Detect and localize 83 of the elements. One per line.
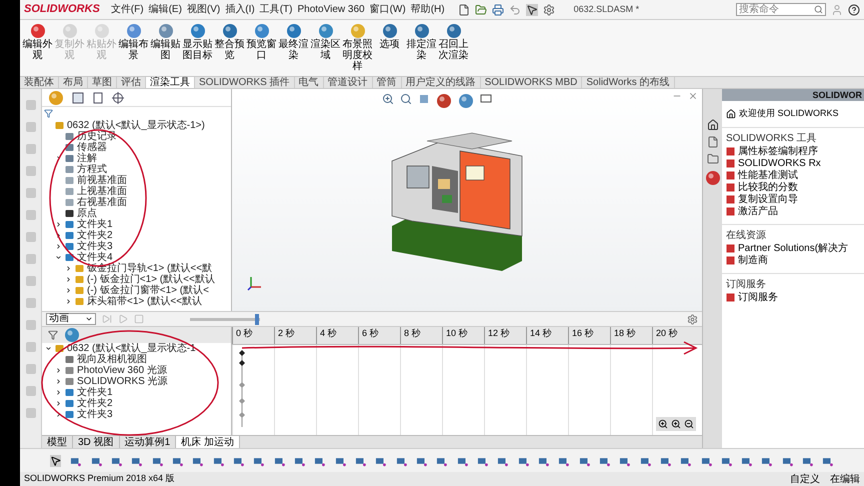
tree-item[interactable]: 文件夹1 — [77, 219, 113, 230]
menu-item[interactable]: 窗口(W) — [370, 2, 406, 17]
menu-item[interactable]: 编辑(E) — [148, 2, 182, 17]
task-link[interactable]: 属性标签编制程序 — [738, 146, 818, 157]
task-link[interactable]: 比较我的分数 — [738, 182, 798, 193]
tree-item[interactable]: 右视基准面 — [77, 197, 127, 208]
status-item: 自定义 — [790, 472, 820, 486]
menu-item[interactable]: 插入(I) — [225, 2, 255, 17]
status-item: 在编辑 — [830, 472, 860, 486]
ribbon-tab[interactable]: 布局 — [59, 77, 88, 88]
ribbon-button[interactable]: 编辑贴图 — [150, 23, 181, 61]
ribbon-button[interactable]: 选项 — [374, 23, 405, 50]
task-pane-header: SOLIDWOR — [722, 89, 864, 101]
tree-item[interactable]: 床头箱带<1> (默认<<默认 — [87, 296, 202, 307]
tree-item[interactable]: 文件夹1 — [77, 387, 113, 398]
ribbon-tab[interactable]: SOLIDWORKS MBD — [480, 77, 582, 88]
ribbon-tab[interactable]: SolidWorks 的布线 — [582, 77, 675, 88]
search-field[interactable]: 搜索命令 — [736, 3, 826, 16]
menu-item[interactable]: 文件(F) — [110, 2, 144, 17]
app-logo: SOLIDWORKS — [24, 3, 100, 16]
menu-item[interactable]: 视图(V) — [186, 2, 220, 17]
task-link[interactable]: Partner Solutions(解决方 — [738, 243, 848, 254]
time-tick-label: 4 秒 — [316, 327, 358, 344]
time-tick-label: 18 秒 — [610, 327, 652, 344]
time-tick-label: 12 秒 — [484, 327, 526, 344]
ribbon-button[interactable]: 编辑外观 — [22, 23, 53, 61]
tree-item[interactable]: 方程式 — [77, 164, 107, 175]
menu-item[interactable]: 帮助(H) — [410, 2, 445, 17]
tree-item[interactable]: 文件夹3 — [77, 409, 113, 420]
task-link[interactable]: SOLIDWORKS Rx — [738, 158, 821, 169]
time-tick-label: 8 秒 — [400, 327, 442, 344]
tree-item[interactable]: SOLIDWORKS 光源 — [77, 376, 168, 387]
document-title: 0632.SLDASM * — [574, 2, 640, 16]
section-title: SOLIDWORKS 工具 — [726, 132, 818, 146]
ribbon-tab[interactable]: 电气 — [294, 77, 324, 88]
ribbon-tab[interactable]: 装配体 — [20, 77, 59, 88]
tree-item[interactable]: 视向及相机视图 — [77, 354, 147, 365]
time-tick-label: 14 秒 — [526, 327, 568, 344]
status-text: SOLIDWORKS Premium 2018 x64 版 — [24, 472, 175, 486]
time-tick-label: 10 秒 — [442, 327, 484, 344]
ribbon-tab[interactable]: 管筒 — [372, 77, 402, 88]
tree-item[interactable]: 文件夹2 — [77, 230, 113, 241]
task-link[interactable]: 制造商 — [738, 255, 768, 266]
section-title: 在线资源 — [726, 228, 767, 242]
study-type-dropdown[interactable]: 动画 — [46, 313, 96, 325]
ribbon-tab[interactable]: 草图 — [88, 77, 117, 88]
time-tick-label: 2 秒 — [274, 327, 316, 344]
time-tick-label: 16 秒 — [568, 327, 610, 344]
ribbon-button[interactable]: 布景照明度校样 — [342, 23, 373, 72]
tree-item[interactable]: 上视基准面 — [77, 186, 127, 197]
document-tab[interactable]: 机床 加运动 — [176, 436, 240, 448]
ribbon-tab[interactable]: SOLIDWORKS 插件 — [195, 77, 295, 88]
section-title: 订阅服务 — [726, 278, 767, 292]
tree-item[interactable]: 文件夹3 — [77, 241, 113, 252]
task-link[interactable]: 复制设置向导 — [738, 194, 798, 205]
tree-item[interactable]: (-) 钣金拉门<1> (默认<<默认 — [87, 274, 215, 285]
tree-item[interactable]: 前视基准面 — [77, 175, 127, 186]
time-tick-label: 0 秒 — [232, 327, 274, 344]
ribbon-button[interactable]: 预览窗口 — [246, 23, 277, 61]
tree-item[interactable]: 注解 — [77, 153, 97, 164]
time-tick-label: 6 秒 — [358, 327, 400, 344]
welcome-link[interactable]: 欢迎使用 SOLIDWORKS — [739, 107, 839, 120]
ribbon-button[interactable]: 显示贴图目标 — [182, 23, 213, 61]
ribbon-button[interactable]: 渲染区域 — [310, 23, 341, 61]
time-tick-label: 20 秒 — [652, 327, 694, 344]
ribbon-button[interactable]: 最终渲染 — [278, 23, 309, 61]
task-link[interactable]: 性能基准测试 — [738, 170, 798, 181]
menu-item[interactable]: PhotoView 360 — [297, 2, 365, 17]
tree-item[interactable]: (-) 钣金拉门窗带<1> (默认< — [87, 285, 209, 296]
tree-item[interactable]: 原点 — [77, 208, 97, 219]
ribbon-tab[interactable]: 渲染工具 — [146, 77, 195, 88]
ribbon-button[interactable]: 召回上次渲染 — [438, 23, 469, 61]
tree-item[interactable]: 传感器 — [77, 142, 107, 153]
task-link[interactable]: 订阅服务 — [738, 292, 778, 303]
ribbon-tab[interactable]: 管道设计 — [324, 77, 373, 88]
tree-item[interactable]: 文件夹2 — [77, 398, 113, 409]
menu-item[interactable]: 工具(T) — [260, 2, 292, 17]
ribbon-button[interactable]: 整合预览 — [214, 23, 245, 61]
ribbon-button[interactable]: 排定渲染 — [406, 23, 437, 61]
ribbon-button[interactable]: 编辑布景 — [118, 23, 149, 61]
task-link[interactable]: 激活产品 — [738, 206, 778, 217]
tree-item[interactable]: PhotoView 360 光源 — [77, 365, 167, 376]
ribbon-tab[interactable]: 用户定义的线路 — [402, 77, 481, 88]
